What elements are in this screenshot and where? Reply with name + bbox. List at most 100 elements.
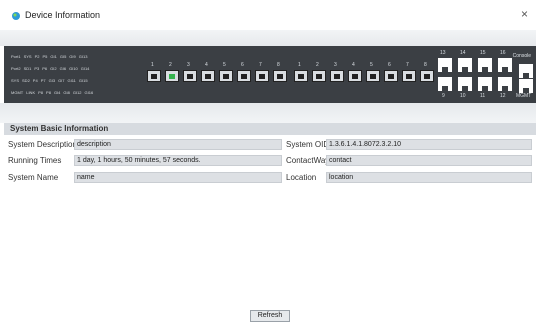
rj45-port-10[interactable]: [458, 77, 472, 91]
legend-text: GI6: [59, 66, 67, 71]
rj45-port-number: 9: [442, 93, 445, 99]
sfp-port-15[interactable]: [402, 70, 416, 82]
device-panel: Port1 SYS P2 P5 GI1 GI5 GI9 GI13 Port2 S…: [4, 46, 536, 103]
decorative-band: [0, 30, 536, 46]
legend-text: P3: [34, 66, 40, 71]
legend-text: GI16: [84, 90, 94, 95]
legend-text: GI11: [67, 78, 76, 83]
legend-text: GI1: [50, 54, 57, 59]
sfp-port-10[interactable]: [312, 70, 326, 82]
rj45-port-number: 15: [480, 50, 486, 56]
legend-text: GI13: [78, 54, 88, 59]
legend-text: MGMT: [11, 90, 24, 95]
sfp-port-1[interactable]: [147, 70, 161, 82]
legend-text: GI2: [50, 66, 57, 71]
title-bar: Device Information ×: [0, 0, 536, 30]
rj45-port-number: 14: [460, 50, 466, 56]
legend-text: GI7: [58, 78, 65, 83]
contact-way-value: contact: [326, 155, 532, 166]
legend-text: GI4: [53, 90, 61, 95]
system-oid-label: System OID: [286, 140, 330, 149]
legend-text: SYS: [23, 54, 32, 59]
location-label: Location: [286, 173, 317, 182]
info-row: System Name name Location location: [4, 171, 536, 184]
console-port[interactable]: [519, 64, 533, 78]
legend-text: GI5: [59, 54, 67, 59]
sfp-port-number: 3: [187, 62, 190, 68]
sfp-port-number: 6: [241, 62, 244, 68]
legend-row: MGMT LINK P8 P8 GI4 GI8 GI12 GI16: [11, 90, 141, 100]
sfp-port-11[interactable]: [330, 70, 344, 82]
sfp-port-14[interactable]: [384, 70, 398, 82]
legend-text: P4: [32, 78, 38, 83]
location-value: location: [326, 172, 532, 183]
legend-row: Port1 SYS P2 P5 GI1 GI5 GI9 GI13: [11, 54, 141, 64]
legend-text: SYS: [11, 78, 20, 83]
sfp-port-number: 4: [205, 62, 208, 68]
running-times-label: Running Times: [8, 156, 62, 165]
sfp-port-13[interactable]: [366, 70, 380, 82]
info-row: Running Times 1 day, 1 hours, 50 minutes…: [4, 154, 536, 167]
sfp-port-number: 7: [406, 62, 409, 68]
rj45-port-12[interactable]: [498, 77, 512, 91]
sfp-port-number: 4: [352, 62, 355, 68]
sfp-port-7[interactable]: [255, 70, 269, 82]
close-icon[interactable]: ×: [521, 8, 528, 20]
sfp-port-number: 8: [277, 62, 280, 68]
system-name-value: name: [74, 172, 282, 183]
sfp-port-number: 1: [151, 62, 154, 68]
mgmt-port[interactable]: [519, 79, 533, 93]
sfp-port-8[interactable]: [273, 70, 287, 82]
mgmt-label: MGMT: [516, 93, 532, 99]
sfp-port-number: 1: [298, 62, 301, 68]
sfp-port-4[interactable]: [201, 70, 215, 82]
legend-text: GI15: [78, 78, 88, 83]
running-times-value: 1 day, 1 hours, 50 minutes, 57 seconds.: [74, 155, 282, 166]
console-label: Console: [512, 53, 531, 59]
legend-row: Port2 SD1 P3 P6 GI2 GI6 GI10 GI14: [11, 66, 141, 76]
sfp-port-2[interactable]: [165, 70, 179, 82]
system-description-label: System Description: [8, 140, 77, 149]
legend-text: GI8: [63, 90, 70, 95]
legend-text: P8: [46, 90, 51, 95]
rj45-port-number: 16: [500, 50, 506, 56]
sfp-port-number: 7: [259, 62, 262, 68]
rj45-port-13[interactable]: [438, 58, 452, 72]
legend-text: GI12: [72, 90, 82, 95]
sfp-port-6[interactable]: [237, 70, 251, 82]
legend-text: P7: [40, 78, 46, 83]
window-title: Device Information: [25, 10, 101, 20]
legend-text: GI9: [69, 54, 76, 59]
legend-text: SD2: [22, 78, 30, 83]
rj45-port-11[interactable]: [478, 77, 492, 91]
sfp-port-3[interactable]: [183, 70, 197, 82]
rj45-port-15[interactable]: [478, 58, 492, 72]
legend-text: LINK: [26, 90, 36, 95]
legend-row: SYS SD2 P4 P7 GI3 GI7 GI11 GI15: [11, 78, 141, 88]
rj45-port-14[interactable]: [458, 58, 472, 72]
sfp-port-number: 3: [334, 62, 337, 68]
legend: Port1 SYS P2 P5 GI1 GI5 GI9 GI13 Port2 S…: [11, 54, 141, 102]
rj45-port-number: 13: [440, 50, 446, 56]
sfp-port-number: 5: [223, 62, 226, 68]
rj45-port-number: 12: [500, 93, 506, 99]
sfp-port-9[interactable]: [294, 70, 308, 82]
sfp-port-number: 5: [370, 62, 373, 68]
rj45-port-16[interactable]: [498, 58, 512, 72]
rj45-port-9[interactable]: [438, 77, 452, 91]
legend-text: P2: [34, 54, 40, 59]
legend-text: P8: [38, 90, 44, 95]
sfp-port-number: 2: [316, 62, 319, 68]
legend-text: GI3: [48, 78, 56, 83]
sfp-port-5[interactable]: [219, 70, 233, 82]
rj45-port-number: 11: [480, 93, 486, 99]
decorative-band: [0, 103, 536, 123]
legend-text: Port1: [11, 54, 21, 59]
sfp-port-number: 2: [169, 62, 172, 68]
legend-text: GI10: [69, 66, 78, 71]
sfp-port-16[interactable]: [420, 70, 434, 82]
legend-text: Port2: [11, 66, 21, 71]
refresh-button[interactable]: Refresh: [250, 310, 290, 322]
app-icon: [12, 12, 20, 20]
sfp-port-12[interactable]: [348, 70, 362, 82]
